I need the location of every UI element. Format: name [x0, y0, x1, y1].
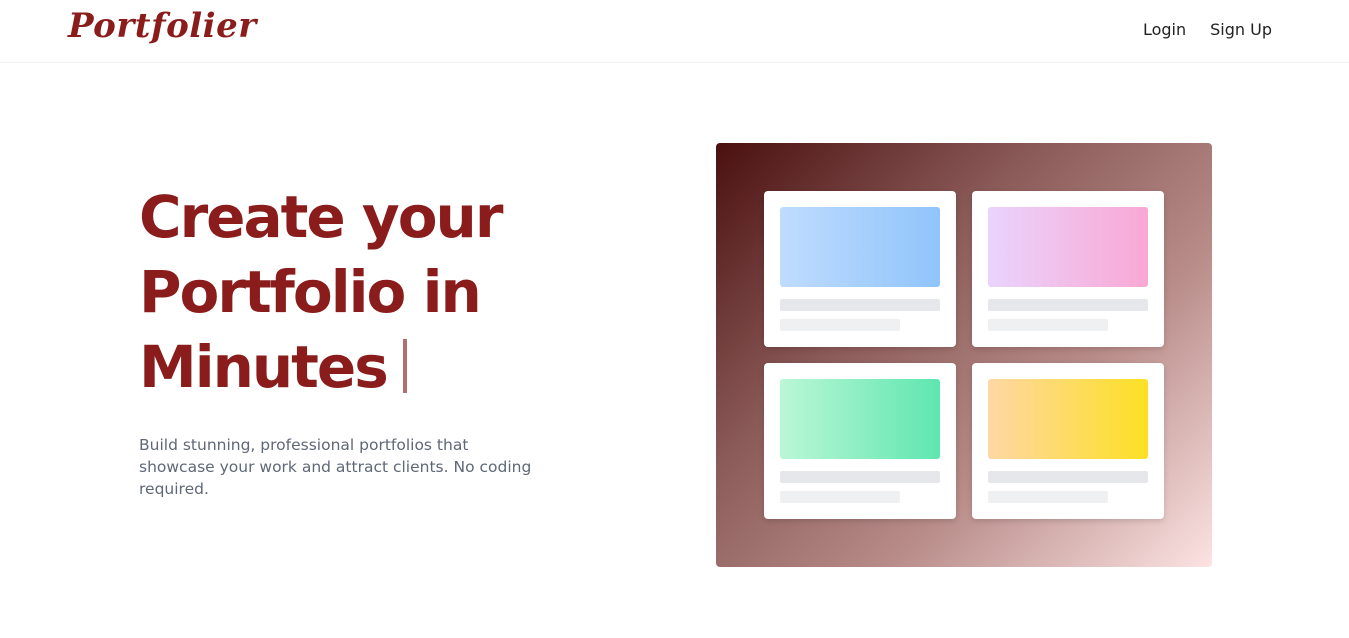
preview-card [764, 363, 956, 519]
preview-card-thumbnail [780, 379, 940, 459]
preview-card-line [988, 471, 1148, 483]
preview-card-line [780, 471, 940, 483]
preview-card-line [988, 491, 1108, 503]
brand-logo[interactable]: Portfolier [68, 6, 257, 46]
preview-card [764, 191, 956, 347]
preview-card [972, 191, 1164, 347]
preview-card-line [988, 299, 1148, 311]
nav-links: Login Sign Up [1143, 20, 1272, 39]
hero-subtitle: Build stunning, professional portfolios … [139, 436, 532, 498]
hero-title-line-3: Minutes [139, 333, 389, 401]
preview-card-line [780, 319, 900, 331]
navbar: Portfolier Login Sign Up [0, 0, 1349, 63]
preview-card-line [988, 319, 1108, 331]
login-link[interactable]: Login [1143, 20, 1186, 39]
hero-title-line-1: Create your [139, 183, 503, 251]
preview-card-line [780, 491, 900, 503]
hero-title-line-2: Portfolio in [139, 258, 482, 326]
preview-card-line [780, 299, 940, 311]
hero-title: Create your Portfolio in Minutes [139, 180, 579, 405]
preview-card [972, 363, 1164, 519]
preview-card-thumbnail [988, 379, 1148, 459]
signup-link[interactable]: Sign Up [1210, 20, 1272, 39]
preview-card-thumbnail [988, 207, 1148, 287]
portfolio-preview-illustration [716, 143, 1212, 567]
preview-card-thumbnail [780, 207, 940, 287]
typing-cursor [402, 339, 407, 393]
